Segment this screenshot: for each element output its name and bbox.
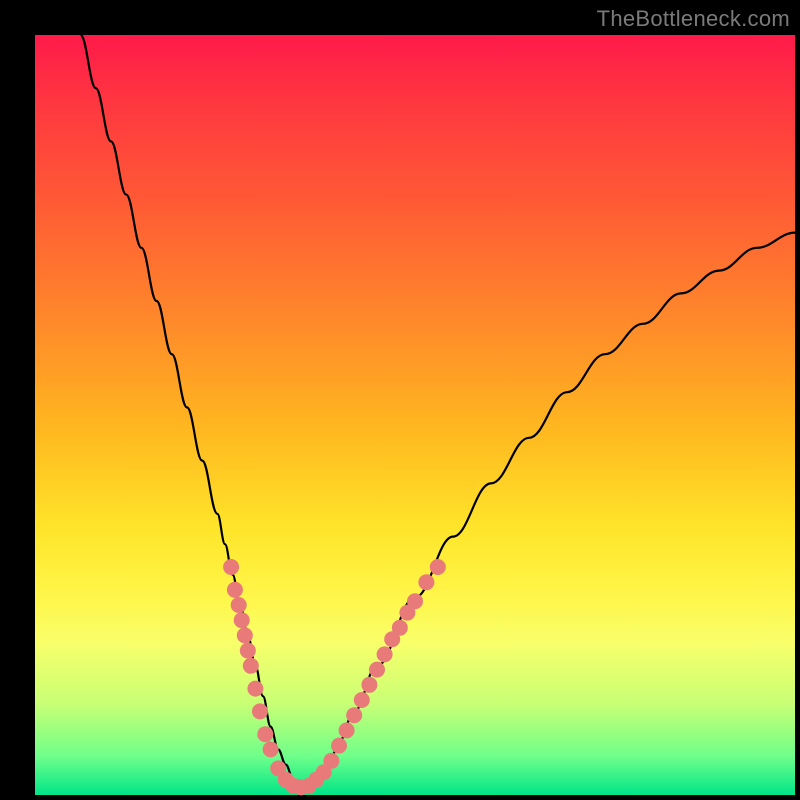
data-marker xyxy=(331,738,347,754)
data-marker xyxy=(237,627,253,643)
data-marker xyxy=(263,741,279,757)
bottleneck-curve xyxy=(81,35,795,787)
data-marker xyxy=(369,662,385,678)
data-marker xyxy=(234,612,250,628)
data-marker xyxy=(377,646,393,662)
watermark-text: TheBottleneck.com xyxy=(597,6,790,32)
data-marker xyxy=(231,597,247,613)
data-marker xyxy=(346,707,362,723)
data-marker xyxy=(339,722,355,738)
data-marker xyxy=(323,753,339,769)
data-marker xyxy=(243,658,259,674)
data-marker xyxy=(227,582,243,598)
chart-svg xyxy=(35,35,795,795)
data-marker xyxy=(392,620,408,636)
chart-frame: TheBottleneck.com xyxy=(0,0,800,800)
data-marker xyxy=(223,559,239,575)
data-marker xyxy=(252,703,268,719)
data-marker xyxy=(418,574,434,590)
plot-area xyxy=(35,35,795,795)
markers-group xyxy=(223,559,446,795)
data-marker xyxy=(257,726,273,742)
data-marker xyxy=(361,677,377,693)
data-marker xyxy=(354,692,370,708)
data-marker xyxy=(247,681,263,697)
data-marker xyxy=(407,593,423,609)
data-marker xyxy=(430,559,446,575)
data-marker xyxy=(240,643,256,659)
